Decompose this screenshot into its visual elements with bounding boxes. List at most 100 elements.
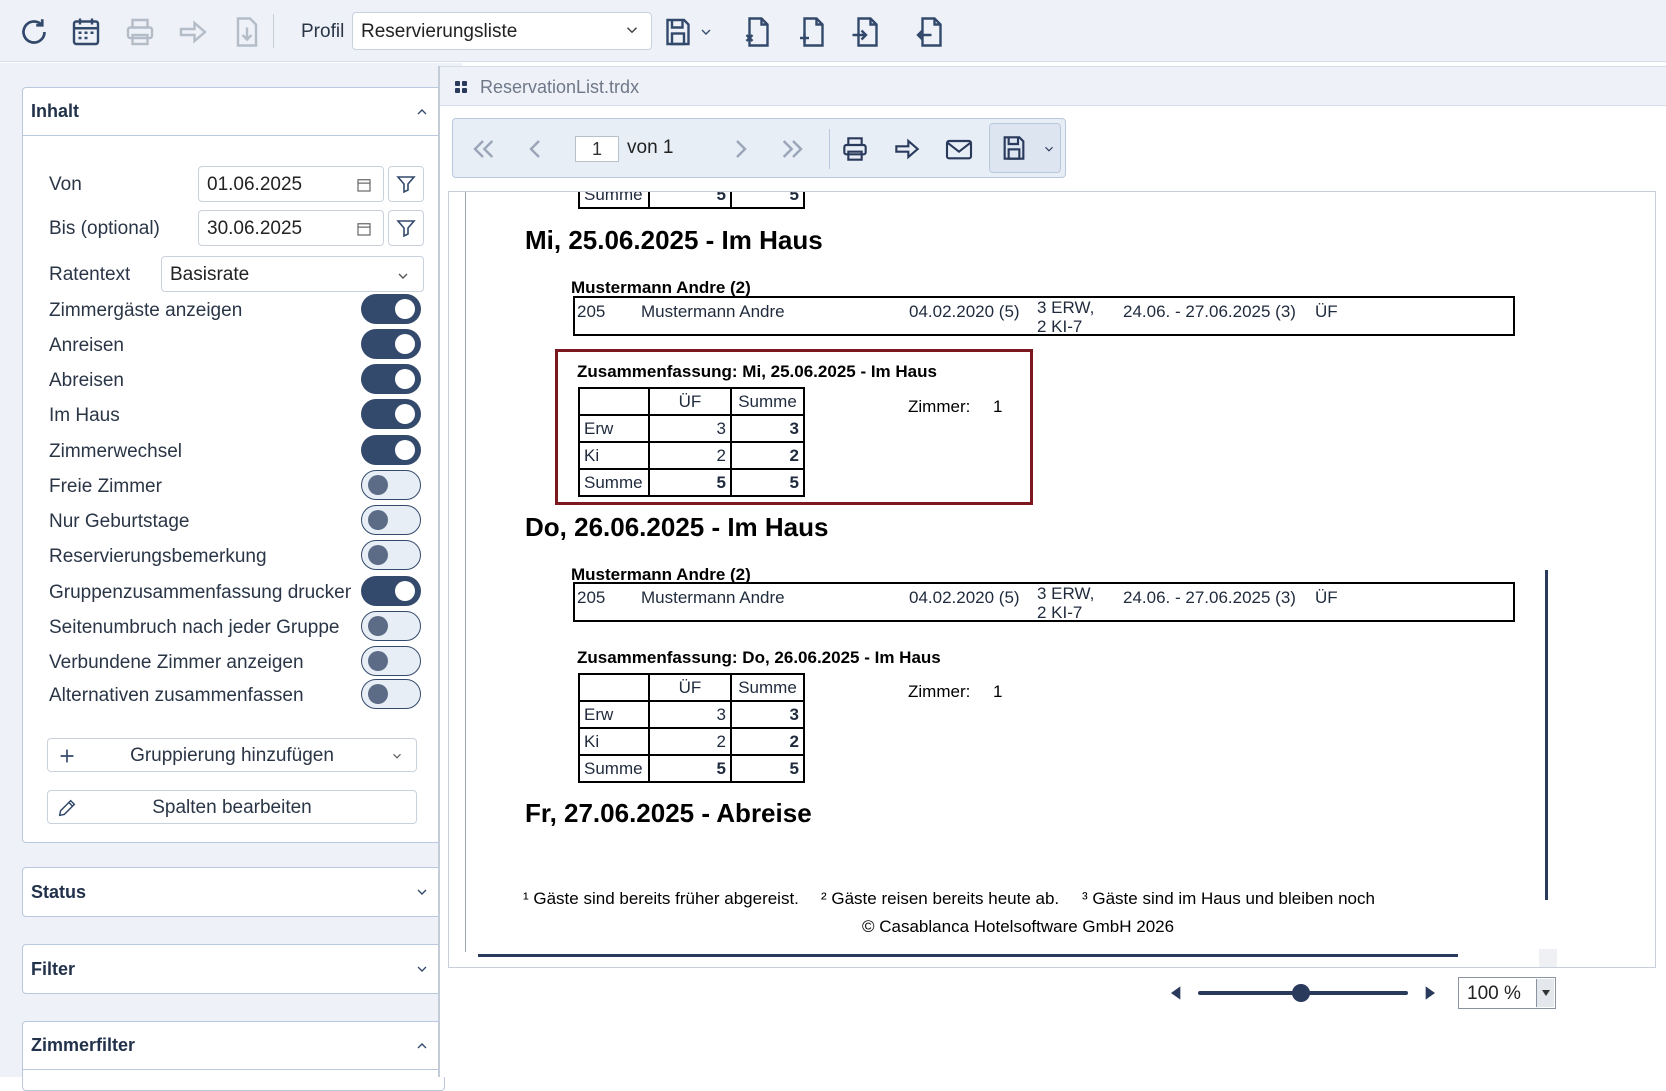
file-import-icon[interactable] [846, 12, 886, 52]
toggle-switch[interactable] [361, 611, 421, 641]
birthdate-cell: 04.02.2020 (5) [909, 302, 1020, 321]
print-icon[interactable] [835, 129, 875, 169]
persons-cell: 2 KI-7 [1037, 603, 1083, 622]
chevron-down-icon [398, 273, 408, 279]
summary-cell: 3 [648, 700, 732, 729]
chevron-up-icon [417, 1043, 427, 1049]
summary-header-row: ÜF Summe [578, 387, 805, 416]
summary-cell: 5 [730, 754, 805, 783]
add-grouping-button[interactable]: Gruppierung hinzufügen [47, 738, 417, 772]
summary-cell: 3 [730, 414, 805, 443]
von-filter-button[interactable] [388, 166, 424, 202]
first-page-icon[interactable] [463, 129, 503, 169]
viewer-separator [829, 129, 830, 169]
save-dropdown-chevron-icon[interactable] [696, 12, 716, 52]
toggle-switch[interactable] [361, 364, 421, 394]
zoom-slider-thumb[interactable] [1292, 984, 1310, 1002]
calendar-icon[interactable] [355, 220, 373, 238]
bis-filter-button[interactable] [388, 210, 424, 246]
toggle-switch[interactable] [361, 399, 421, 429]
calendar-icon[interactable] [66, 12, 106, 52]
summary-header-cell: Summe [730, 387, 805, 416]
share-icon[interactable] [887, 129, 927, 169]
download-icon[interactable] [227, 12, 267, 52]
previous-page-icon[interactable] [515, 129, 555, 169]
toggle-knob [395, 299, 415, 319]
print-icon[interactable] [120, 12, 160, 52]
file-plus-icon[interactable] [792, 12, 832, 52]
zoom-out-arrow-icon[interactable] [1168, 985, 1182, 1001]
section-status-header[interactable]: Status [23, 868, 444, 916]
period-cell: 24.06. - 27.06.2025 (3) [1123, 588, 1296, 607]
profil-select[interactable]: Reservierungsliste [352, 12, 652, 50]
file-export-icon[interactable] [910, 12, 950, 52]
summary-cell: 3 [730, 700, 805, 729]
toggle-label: Verbundene Zimmer anzeigen [49, 652, 304, 673]
next-page-icon[interactable] [721, 129, 761, 169]
summary-cell: 2 [730, 727, 805, 756]
zoom-in-arrow-icon[interactable] [1424, 985, 1438, 1001]
filter-icon [396, 176, 416, 194]
persons-cell: 3 ERW, [1037, 584, 1095, 603]
summary-header-cell [578, 673, 650, 702]
toggle-label: Zimmerwechsel [49, 441, 183, 462]
summary-cell: 2 [648, 441, 732, 470]
ratentext-select[interactable]: Basisrate [161, 256, 424, 292]
filter-icon [396, 220, 416, 238]
mail-icon[interactable] [939, 129, 979, 169]
toggle-switch[interactable] [361, 679, 421, 709]
chevron-up-icon [417, 109, 427, 115]
board-cell: ÜF [1315, 588, 1338, 607]
summary-table: ÜF Summe Erw 3 3 Ki 2 2 Summe 5 5 [578, 673, 805, 783]
document-tab[interactable]: ReservationList.trdx [440, 66, 1666, 106]
zoom-spinner[interactable] [1536, 979, 1554, 1007]
section-filter-header[interactable]: Filter [23, 945, 444, 993]
section-inhalt-header[interactable]: Inhalt [23, 88, 444, 136]
toggle-switch[interactable] [361, 540, 421, 570]
summary-cell: 5 [730, 192, 805, 209]
file-delete-icon[interactable] [737, 12, 777, 52]
persons-cell: 3 ERW, [1037, 298, 1095, 317]
toggle-knob [368, 616, 388, 636]
export-save-button[interactable] [989, 123, 1061, 173]
von-date-input[interactable]: 01.06.2025 [198, 166, 384, 202]
toggle-switch[interactable] [361, 576, 421, 606]
save-profile-icon[interactable] [658, 12, 698, 52]
calendar-icon[interactable] [355, 176, 373, 194]
toggle-switch[interactable] [361, 329, 421, 359]
toggle-switch[interactable] [361, 505, 421, 535]
toggle-knob [395, 581, 415, 601]
page-number-input[interactable]: 1 [575, 136, 619, 162]
von-date-value: 01.06.2025 [207, 174, 303, 195]
summary-row: Ki 2 2 [578, 727, 805, 756]
last-page-icon[interactable] [773, 129, 813, 169]
edit-columns-button[interactable]: Spalten bearbeiten [47, 790, 417, 824]
summary-row: Erw 3 3 [578, 700, 805, 729]
profil-label: Profil [301, 21, 345, 42]
toggle-switch[interactable] [361, 294, 421, 324]
period-cell: 24.06. - 27.06.2025 (3) [1123, 302, 1296, 321]
report-canvas[interactable]: Summe 5 5 Mi, 25.06.2025 - Im Haus Muste… [448, 191, 1656, 968]
summary-cell: 5 [648, 468, 732, 497]
toggle-knob [368, 475, 388, 495]
document-tab-title: ReservationList.trdx [480, 77, 640, 97]
summary-row: Summe 5 5 [578, 468, 805, 497]
toggle-switch[interactable] [361, 435, 421, 465]
report-file-icon [455, 81, 467, 93]
section-zimmerfilter-title: Zimmerfilter [31, 1035, 136, 1055]
section-zimmerfilter-header[interactable]: Zimmerfilter [23, 1022, 444, 1070]
toggle-switch[interactable] [361, 470, 421, 500]
toolbar-separator [273, 14, 274, 48]
bis-date-input[interactable]: 30.06.2025 [198, 210, 384, 246]
viewer-toolbar: 1 von 1 [452, 118, 1066, 178]
share-icon[interactable] [173, 12, 213, 52]
summary-cell: Erw [578, 414, 650, 443]
refresh-icon[interactable] [14, 12, 54, 52]
persons-cell: 2 KI-7 [1037, 317, 1083, 336]
footnote: ³ Gäste sind im Haus und bleiben noch [1082, 889, 1375, 908]
vertical-scrollbar[interactable] [1545, 570, 1548, 900]
chevron-down-icon [626, 27, 638, 34]
toggle-label: Gruppenzusammenfassung drucken [49, 582, 351, 603]
toggle-switch[interactable] [361, 646, 421, 676]
summary-cell: 2 [648, 727, 732, 756]
